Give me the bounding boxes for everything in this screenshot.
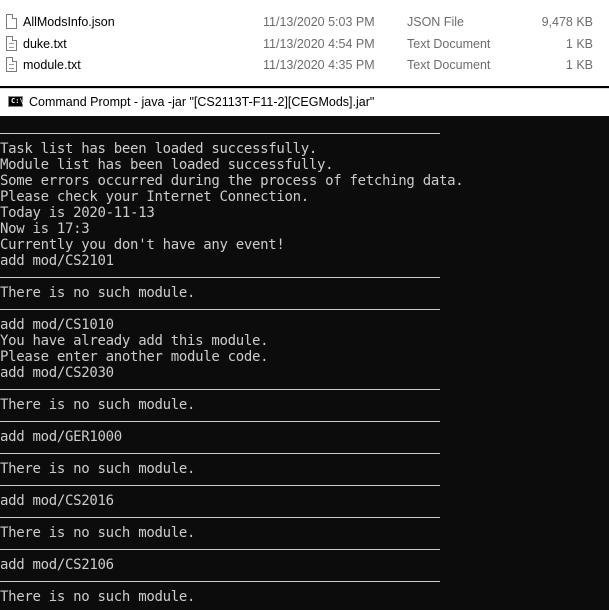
console-line: There is no such module. xyxy=(0,589,196,605)
console-line: There is no such module. xyxy=(0,525,196,541)
console-line: Module list has been loaded successfully… xyxy=(0,157,334,173)
console-line: add mod/CS1010 xyxy=(0,317,114,333)
file-row[interactable]: duke.txt 11/13/2020 4:54 PM Text Documen… xyxy=(0,34,609,55)
file-row[interactable]: module.txt 11/13/2020 4:35 PM Text Docum… xyxy=(0,55,609,76)
console-separator xyxy=(0,381,609,397)
command-prompt-icon: C:\ xyxy=(8,96,24,107)
console-line: add mod/CS2030 xyxy=(0,365,114,381)
file-date-modified: 11/13/2020 4:35 PM xyxy=(263,58,375,72)
console-line: There is no such module. xyxy=(0,397,196,413)
console-line: add mod/CS2016 xyxy=(0,493,114,509)
file-size: 9,478 KB xyxy=(541,15,593,29)
console-line: Please check your Internet Connection. xyxy=(0,189,309,205)
console-line: Now is 17:3 xyxy=(0,221,90,237)
console-line: There is no such module. xyxy=(0,461,196,477)
file-name: module.txt xyxy=(23,58,81,72)
console-separator xyxy=(0,269,609,285)
window-title: Command Prompt - java -jar "[CS2113T-F11… xyxy=(29,95,375,109)
file-name: AllModsInfo.json xyxy=(23,15,115,29)
console-line: Task list has been loaded successfully. xyxy=(0,141,318,157)
console-separator xyxy=(0,125,609,141)
file-name: duke.txt xyxy=(23,37,67,51)
text-file-icon xyxy=(6,36,17,51)
file-row[interactable]: AllModsInfo.json 11/13/2020 5:03 PM JSON… xyxy=(0,12,609,33)
console-output[interactable]: Task list has been loaded successfully. M… xyxy=(0,116,609,610)
file-icon xyxy=(6,14,17,29)
console-separator xyxy=(0,605,609,610)
file-date-modified: 11/13/2020 4:54 PM xyxy=(263,37,375,51)
console-line: Currently you don't have any event! xyxy=(0,237,285,253)
file-type: JSON File xyxy=(407,15,464,29)
window-title-bar[interactable]: C:\ Command Prompt - java -jar "[CS2113T… xyxy=(0,88,609,116)
file-size: 1 KB xyxy=(565,58,593,72)
console-separator xyxy=(0,301,609,317)
file-type: Text Document xyxy=(407,58,491,72)
console-lines: Task list has been loaded successfully. M… xyxy=(0,125,609,610)
console-separator xyxy=(0,477,609,493)
console-separator xyxy=(0,573,609,589)
console-line: Today is 2020-11-13 xyxy=(0,205,155,221)
console-separator xyxy=(0,445,609,461)
file-type: Text Document xyxy=(407,37,491,51)
console-separator xyxy=(0,541,609,557)
text-file-icon xyxy=(6,57,17,72)
console-line: add mod/GER1000 xyxy=(0,429,122,445)
console-line: add mod/CS2106 xyxy=(0,557,114,573)
console-line: You have already add this module. xyxy=(0,333,269,349)
file-date-modified: 11/13/2020 5:03 PM xyxy=(263,15,375,29)
console-line: There is no such module. xyxy=(0,285,196,301)
console-line: Some errors occurred during the process … xyxy=(0,173,464,189)
console-separator xyxy=(0,509,609,525)
console-line: add mod/CS2101 xyxy=(0,253,114,269)
console-line: Please enter another module code. xyxy=(0,349,269,365)
file-size: 1 KB xyxy=(565,37,593,51)
console-separator xyxy=(0,413,609,429)
file-explorer-list: AllModsInfo.json 11/13/2020 5:03 PM JSON… xyxy=(0,0,609,86)
